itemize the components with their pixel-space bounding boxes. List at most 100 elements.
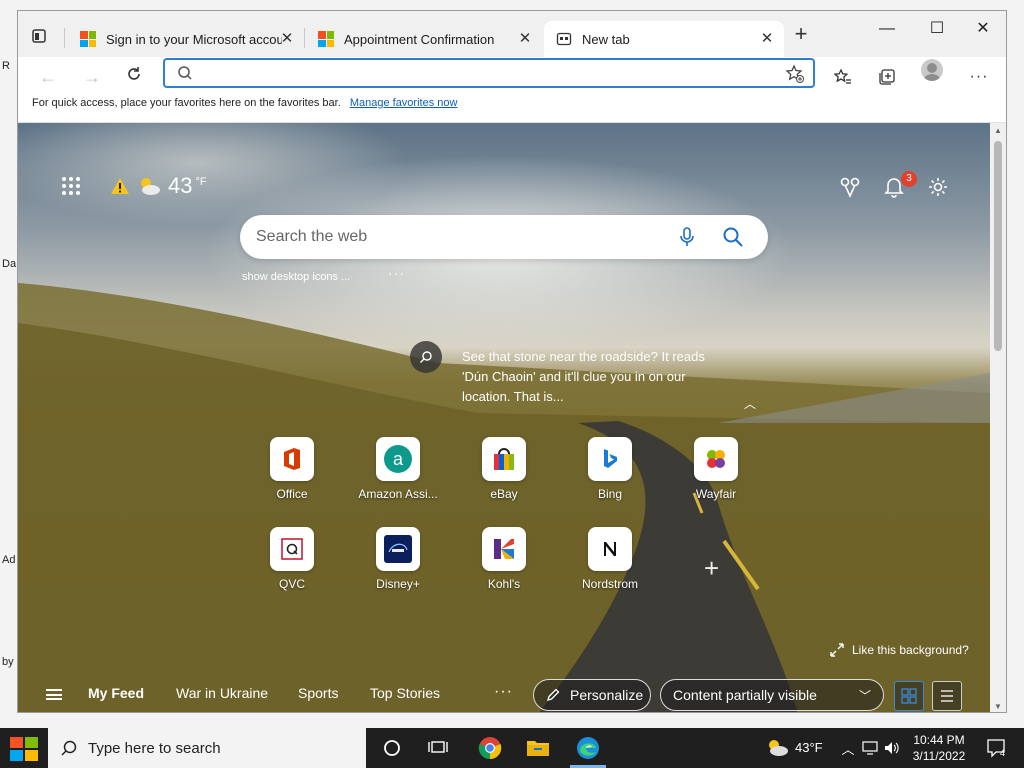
task-view-button[interactable] [416,732,460,764]
minimize-button[interactable]: — [864,15,910,43]
show-desktop-icons-link[interactable]: show desktop icons ... [242,271,350,283]
partly-cloudy-icon [141,178,160,195]
maximize-button[interactable]: ☐ [914,15,960,43]
hamburger-menu-icon[interactable] [46,689,62,700]
background-info-button[interactable] [410,341,442,373]
refresh-icon [128,67,140,80]
refresh-button[interactable] [122,65,146,89]
favorites-bar-hint: For quick access, place your favorites h… [18,97,1006,123]
tile-amazon-assistant[interactable]: a Amazon Assi... [356,437,440,501]
grid-view-icon [901,688,917,704]
tab-microsoft-signin[interactable]: Sign in to your Microsoft accour ✕ [68,21,304,57]
amazon-assistant-icon: a [376,437,420,481]
edge-taskbar-button[interactable] [566,732,610,768]
personalize-button[interactable]: Personalize [533,679,651,711]
tab-appointment-confirmation[interactable]: Appointment Confirmation ✕ [306,21,542,57]
chevron-up-icon[interactable]: ︿ [744,395,756,412]
app-launcher-icon[interactable] [62,177,80,195]
feed-tab-war-in-ukraine[interactable]: War in Ukraine [176,685,268,701]
web-search-box[interactable] [240,215,768,259]
background-info-text[interactable]: See that stone near the roadside? It rea… [462,347,712,407]
feed-tab-my-feed[interactable]: My Feed [88,685,144,701]
favorites-button[interactable] [832,66,854,88]
desktop-label-fragment: Ad [2,554,16,566]
page-settings-button[interactable] [926,175,950,199]
page-scrollbar[interactable]: ▲ ▼ [990,123,1006,712]
magnifier-icon [420,351,432,363]
rewards-button[interactable] [838,175,862,199]
scrollbar-thumb[interactable] [994,141,1002,351]
svg-text:a: a [393,449,404,469]
tile-office[interactable]: Office [250,437,334,501]
new-tab-button[interactable]: + [790,23,812,46]
scroll-down-icon[interactable]: ▼ [993,702,1003,711]
settings-and-more-button[interactable]: ··· [968,66,990,88]
tab-actions-button[interactable] [28,25,50,47]
cortana-icon [384,740,400,756]
taskbar-clock[interactable]: 10:44 PM 3/11/2022 [906,732,972,764]
back-button[interactable]: ← [36,65,60,89]
cortana-button[interactable] [370,732,414,764]
address-bar[interactable] [163,58,815,88]
tile-label: eBay [490,487,518,501]
tab-title: Appointment Confirmation [344,31,495,47]
weather-tray-icon[interactable] [764,738,790,758]
tab-new-tab[interactable]: New tab ✕ [544,21,784,57]
microsoft-logo-icon [318,31,334,47]
content-visibility-dropdown[interactable]: Content partially visible ﹀ [660,679,884,711]
scroll-up-icon[interactable]: ▲ [993,126,1003,135]
tile-kohls[interactable]: Kohl's [462,527,546,591]
manage-favorites-link[interactable]: Manage favorites now [350,97,458,109]
collections-button[interactable] [876,66,898,88]
close-tab-icon[interactable]: ✕ [516,30,534,48]
web-search-input[interactable] [256,227,656,247]
add-favorite-icon[interactable] [785,64,805,84]
taskbar-search-placeholder: Type here to search [88,739,221,757]
tray-temperature[interactable]: 43°F [795,740,823,755]
edge-icon [577,737,599,759]
forward-button[interactable]: → [80,65,104,89]
tile-label: Nordstrom [581,577,638,591]
action-center-count: 4 [1000,748,1005,758]
search-icon [178,66,192,80]
gear-icon [929,178,947,196]
tile-disney-plus[interactable]: Disney+ [356,527,440,591]
tile-ebay[interactable]: eBay [462,437,546,501]
tile-label: Bing [597,487,623,501]
pencil-icon [547,688,560,701]
network-icon[interactable] [860,738,880,758]
microsoft-logo-icon [80,31,96,47]
tile-qvc[interactable]: QVC [250,527,334,591]
more-options-icon[interactable]: ··· [388,265,405,281]
tile-nordstrom[interactable]: Nordstrom [568,527,652,591]
action-center-icon: 4 [987,739,1005,758]
feed-tab-sports[interactable]: Sports [298,685,338,701]
weather-temperature: 43 [168,173,193,198]
like-background-link[interactable]: Like this background? [830,643,969,657]
volume-icon[interactable] [882,738,902,758]
close-tab-icon[interactable]: ✕ [758,30,776,48]
close-window-button[interactable]: ✕ [960,15,1006,43]
chevron-up-icon[interactable]: ︿ [838,738,858,758]
rewards-icon [840,177,860,198]
add-site-icon[interactable]: + [704,553,719,584]
bing-icon [588,437,632,481]
close-tab-icon[interactable]: ✕ [278,30,296,48]
microphone-icon[interactable] [678,226,696,248]
chrome-taskbar-button[interactable] [468,732,512,764]
taskbar-search-box[interactable]: Type here to search [48,728,366,768]
search-icon[interactable] [722,226,744,248]
list-view-button[interactable] [932,681,962,711]
feed-tab-top-stories[interactable]: Top Stories [370,685,440,701]
action-center-button[interactable]: 4 [986,738,1008,758]
profile-avatar[interactable] [921,59,943,81]
grid-view-button[interactable] [894,681,924,711]
tile-bing[interactable]: Bing [568,437,652,501]
address-input[interactable] [201,63,771,83]
file-explorer-taskbar-button[interactable] [516,732,560,764]
feed-more-icon[interactable]: ··· [494,683,513,701]
weather-widget[interactable]: 43 °F [110,173,207,199]
start-button[interactable] [10,737,38,761]
ebay-bag-icon [482,437,526,481]
tile-wayfair[interactable]: Wayfair [674,437,758,501]
